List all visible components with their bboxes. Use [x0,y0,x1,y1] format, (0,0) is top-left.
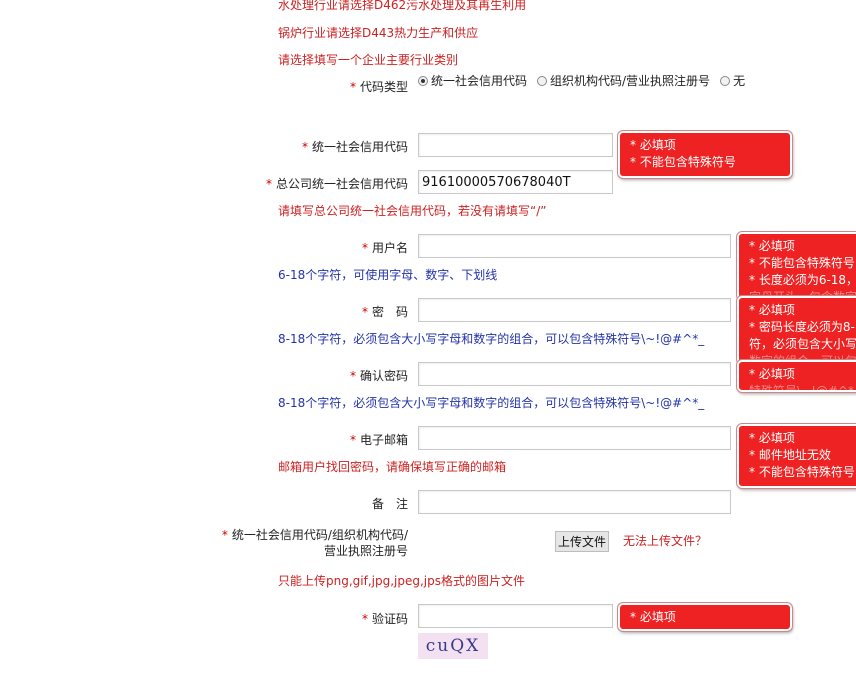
boiler-industry-note: 锅炉行业请选择D443热力生产和供应 [278,26,479,40]
captcha-error-tip: * 必填项 [618,603,792,631]
username-error-tip: * 必填项 * 不能包含特殊符号 * 长度必须为6-18， 字母开头，包含数字 [737,232,856,300]
email-input[interactable] [418,426,731,450]
radio-label-none: 无 [733,74,746,88]
credit-code-label: * 统一社会信用代码 [301,140,408,154]
license-upload-label: * 统一社会信用代码/组织机构代码/ 营业执照注册号 [221,528,408,558]
captcha-label: * 验证码 [361,612,408,626]
code-type-label: * 代码类型 [349,80,408,94]
upload-format-note: 只能上传png,gif,jpg,jpeg,jps格式的图片文件 [278,574,525,588]
username-input[interactable] [418,234,731,258]
radio-label-org-code: 组织机构代码/营业执照注册号 [550,74,711,88]
hq-code-input[interactable] [418,170,613,194]
confirm-password-label: * 确认密码 [349,369,408,383]
remark-label: 备 注 [371,497,408,511]
confirm-password-input[interactable] [418,362,731,386]
password-input[interactable] [418,298,731,322]
water-industry-note: 水处理行业请选择D462污水处理及其再生利用 [278,0,527,12]
remark-input[interactable] [418,490,731,514]
email-note: 邮箱用户找回密码，请确保填写正确的邮箱 [278,460,507,474]
radio-org-code[interactable] [537,75,548,86]
password-label: * 密 码 [361,305,408,319]
radio-none[interactable] [720,75,731,86]
hq-code-label: * 总公司统一社会信用代码 [265,177,408,191]
radio-credit-code[interactable] [418,75,428,86]
email-label: * 电子邮箱 [349,433,408,447]
password-note: 8-18个字符，必须包含大小写字母和数字的组合，可以包含特殊符号\~!@#^*_ [278,332,705,346]
email-error-tip: * 必填项 * 邮件地址无效 * 不能包含特殊符号 [737,424,856,488]
credit-code-error-tip: * 必填项 * 不能包含特殊符号 [618,131,792,178]
password-error-tip: * 必填项 * 密码长度必须为8-18位 符，必须包含大小写字母和 数字的组合，… [737,296,856,364]
confirm-password-error-tip: * 必填项 特殊符号\~!@#^* [737,360,856,392]
username-label: * 用户名 [361,241,408,255]
username-note: 6-18个字符，可使用字母、数字、下划线 [278,268,498,282]
upload-file-button[interactable]: 上传文件 [555,531,610,552]
cannot-upload-link[interactable]: 无法上传文件？ [623,532,707,549]
captcha-input[interactable] [418,604,613,628]
radio-label-credit-code: 统一社会信用代码 [431,74,528,88]
hq-code-note: 请填写总公司统一社会信用代码，若没有请填写“/” [278,204,547,218]
captcha-image[interactable]: cuQX [418,633,488,659]
credit-code-input[interactable] [418,133,613,157]
code-type-radio-group: 统一社会信用代码 组织机构代码/营业执照注册号 无 [418,72,755,89]
industry-category-note: 请选择填写一个企业主要行业类别 [278,53,459,67]
confirm-password-note: 8-18个字符，必须包含大小写字母和数字的组合，可以包含特殊符号\~!@#^*_ [278,396,705,410]
